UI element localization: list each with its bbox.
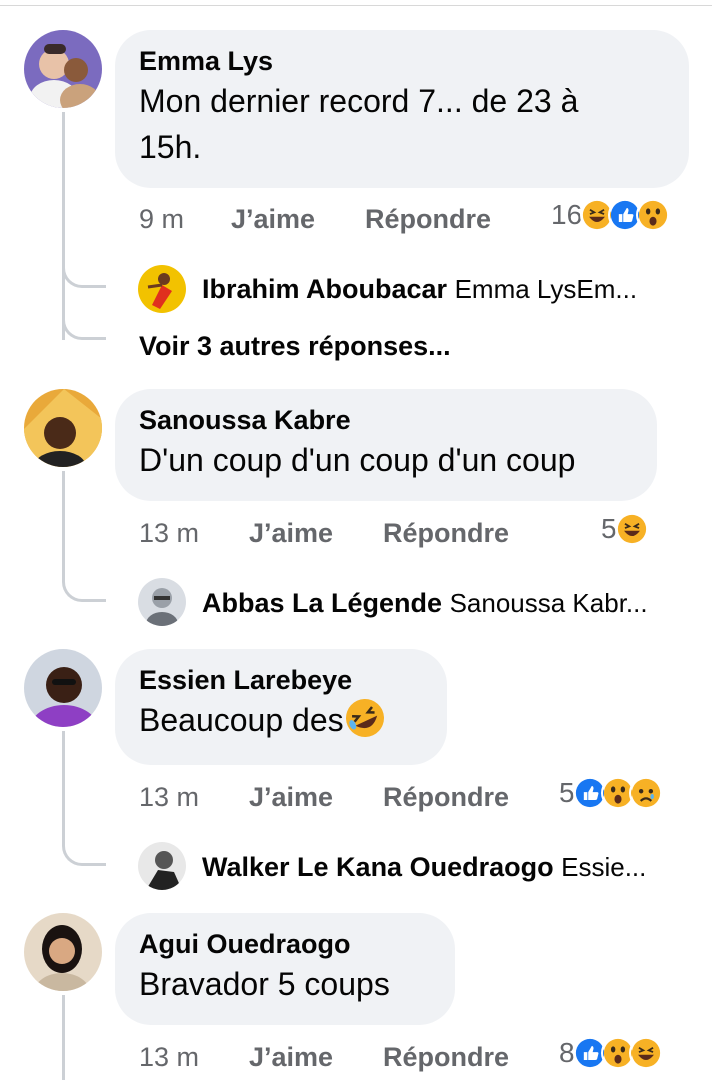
like-button[interactable]: J’aime <box>249 518 333 549</box>
wow-emoji <box>636 198 671 232</box>
reply-preview[interactable]: Abbas La Légende Sanoussa Kabr... <box>202 580 702 630</box>
avatar-emma-lys[interactable] <box>24 30 102 108</box>
avatar-abbas-la-legende[interactable] <box>138 578 186 626</box>
reply-author[interactable]: Ibrahim Aboubacar Emma LysEm... <box>202 274 637 305</box>
reply-text: Emma LysEm... <box>454 274 638 304</box>
reply-author-name[interactable]: Ibrahim Aboubacar <box>202 274 447 304</box>
comment-text: Bravador 5 coups <box>139 966 390 1002</box>
comment-author[interactable]: Essien Larebeye <box>139 663 423 697</box>
more-replies-link[interactable]: Voir 3 autres réponses... <box>139 331 451 362</box>
reply-connector <box>62 240 106 288</box>
comment-bubble[interactable]: Emma Lys Mon dernier record 7... de 23 à… <box>115 30 689 188</box>
comment-time[interactable]: 13 m <box>139 518 199 549</box>
comment-text: Beaucoup des <box>139 702 344 738</box>
thread-line <box>62 995 65 1080</box>
reply-button[interactable]: Répondre <box>383 518 509 549</box>
comment-bubble[interactable]: Essien Larebeye Beaucoup des <box>115 649 447 765</box>
comment-author[interactable]: Emma Lys <box>139 44 665 78</box>
reply-author[interactable]: Abbas La Légende Sanoussa Kabr... <box>202 588 648 619</box>
comment-time[interactable]: 13 m <box>139 1042 199 1073</box>
like-button[interactable]: J’aime <box>231 204 315 235</box>
top-divider <box>0 0 712 6</box>
avatar-essien-larebeye[interactable] <box>24 649 102 727</box>
more-replies-connector <box>62 300 106 340</box>
reply-preview[interactable]: Walker Le Kana Ouedraogo Essie... <box>202 844 702 894</box>
reply-author-name[interactable]: Walker Le Kana Ouedraogo <box>202 852 554 882</box>
comment-actions: 13 m J’aime Répondre 5 <box>139 776 699 820</box>
avatar-ibrahim-aboubacar[interactable] <box>138 265 186 313</box>
like-button[interactable]: J’aime <box>249 782 333 813</box>
comment-actions: 13 m J’aime Répondre 8 <box>139 1036 699 1080</box>
thread-line <box>62 471 65 561</box>
reply-preview[interactable]: Ibrahim Aboubacar Emma LysEm... <box>202 266 702 316</box>
reply-text: Sanoussa Kabr... <box>449 588 648 618</box>
comment-bubble[interactable]: Agui Ouedraogo Bravador 5 coups <box>115 913 455 1025</box>
comment-text: D'un coup d'un coup d'un coup <box>139 442 576 478</box>
haha-emoji <box>614 512 649 546</box>
comment-author[interactable]: Sanoussa Kabre <box>139 403 633 437</box>
comment-text-line: Mon dernier record 7... de 23 à <box>139 83 579 119</box>
reply-button[interactable]: Répondre <box>365 204 491 235</box>
comment-bubble[interactable]: Sanoussa Kabre D'un coup d'un coup d'un … <box>115 389 657 501</box>
reaction-summary[interactable]: 8 <box>559 1036 663 1070</box>
avatar-sanoussa-kabre[interactable] <box>24 389 102 467</box>
rofl-emoji <box>344 697 386 739</box>
thread-line <box>62 731 65 831</box>
comment-text-line: 15h. <box>139 129 202 165</box>
avatar-walker-le-kana-ouedraogo[interactable] <box>138 842 186 890</box>
reply-author[interactable]: Walker Le Kana Ouedraogo Essie... <box>202 852 646 883</box>
like-button[interactable]: J’aime <box>249 1042 333 1073</box>
reply-connector <box>62 556 106 602</box>
comment-text-row: Beaucoup des <box>139 697 423 743</box>
reaction-count: 16 <box>551 199 583 230</box>
reply-text: Essie... <box>561 852 647 882</box>
comment-time[interactable]: 13 m <box>139 782 199 813</box>
avatar-agui-ouedraogo[interactable] <box>24 913 102 991</box>
comment-time[interactable]: 9 m <box>139 204 184 235</box>
reaction-summary[interactable]: 5 <box>559 776 663 810</box>
reaction-summary[interactable]: 5 <box>601 512 649 546</box>
haha-emoji <box>628 1036 663 1070</box>
comment-author[interactable]: Agui Ouedraogo <box>139 927 431 961</box>
reply-connector <box>62 822 106 866</box>
reaction-summary[interactable]: 16 <box>551 198 671 232</box>
comment-actions: 13 m J’aime Répondre 5 <box>139 512 699 556</box>
comment-actions: 9 m J’aime Répondre 16 <box>139 198 699 242</box>
reply-button[interactable]: Répondre <box>383 1042 509 1073</box>
reply-author-name[interactable]: Abbas La Légende <box>202 588 442 618</box>
reply-button[interactable]: Répondre <box>383 782 509 813</box>
sad-emoji <box>628 776 663 810</box>
